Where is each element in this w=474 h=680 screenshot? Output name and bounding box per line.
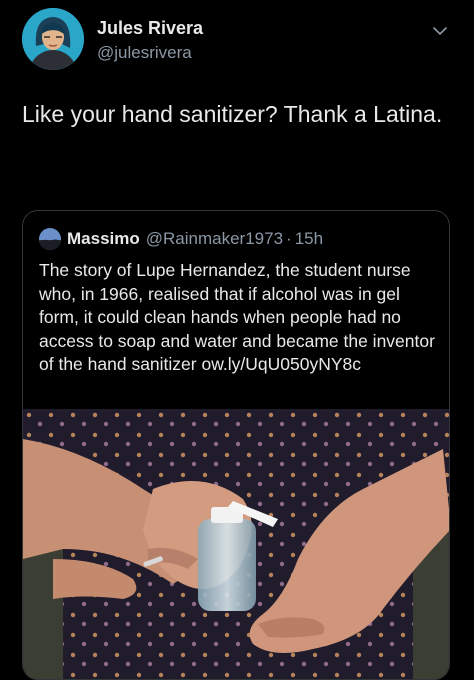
quoted-tweet-text: The story of Lupe Hernandez, the student…: [39, 260, 435, 374]
quoted-tweet-image[interactable]: [23, 409, 449, 679]
tweet-header: Jules Rivera @julesrivera: [22, 8, 462, 72]
quoted-tweet[interactable]: Massimo @Rainmaker1973 · 15h The story o…: [22, 210, 450, 680]
chevron-down-icon[interactable]: [432, 23, 448, 39]
author-name[interactable]: Jules Rivera: [97, 18, 203, 39]
author-handle[interactable]: @julesrivera: [97, 43, 192, 63]
separator-dot: ·: [286, 229, 292, 248]
quoted-author-avatar[interactable]: [39, 228, 61, 250]
quoted-author-handle[interactable]: @Rainmaker1973: [146, 229, 283, 249]
author-avatar[interactable]: [22, 8, 84, 70]
quoted-tweet-header: Massimo @Rainmaker1973 · 15h: [39, 227, 323, 251]
quoted-timestamp[interactable]: 15h: [295, 229, 323, 249]
tweet-text: Like your hand sanitizer? Thank a Latina…: [22, 101, 443, 127]
quoted-author-name[interactable]: Massimo: [67, 229, 140, 249]
